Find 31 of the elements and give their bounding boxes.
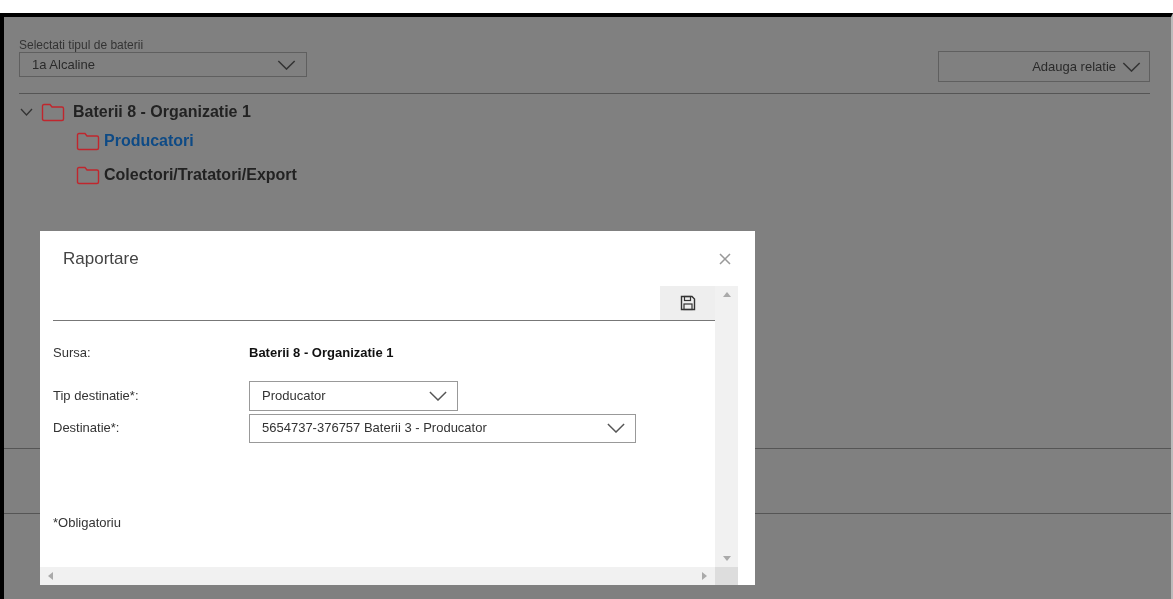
scrollbar-corner [715, 567, 738, 585]
field-label: Tip destinatie*: [53, 386, 140, 405]
folder-icon [41, 102, 65, 122]
save-button[interactable] [660, 286, 715, 320]
scroll-down-arrow-icon[interactable] [722, 556, 731, 561]
field-label: Destinatie*: [53, 419, 121, 438]
horizontal-scrollbar[interactable] [40, 567, 715, 585]
folder-icon [76, 131, 100, 151]
chevron-down-icon [1122, 61, 1141, 72]
chevron-down-icon[interactable] [20, 108, 33, 116]
vertical-scrollbar[interactable] [715, 286, 738, 567]
close-icon[interactable] [719, 252, 731, 265]
required-note: *Obligatoriu [53, 513, 122, 532]
chevron-down-icon [429, 390, 447, 401]
folder-icon [76, 165, 100, 185]
scroll-left-arrow-icon[interactable] [48, 572, 53, 580]
tree-item[interactable]: Baterii 8 - Organizatie 1 [73, 100, 251, 124]
chevron-down-icon [607, 423, 625, 433]
field-value: Baterii 8 - Organizatie 1 [249, 344, 395, 362]
dropdown[interactable]: Producator [249, 380, 458, 411]
dropdown[interactable]: 5654737-376757 Baterii 3 - Producator [249, 413, 636, 443]
dialog-title: Raportare [63, 247, 139, 270]
chevron-down-icon [277, 59, 296, 70]
scroll-up-arrow-icon[interactable] [722, 292, 731, 297]
add-relation-button[interactable]: Adauga relatie [938, 51, 1150, 82]
scroll-right-arrow-icon[interactable] [702, 572, 707, 580]
field-label: Selectati tipul de baterii [19, 38, 145, 52]
field-label: Sursa: [53, 344, 92, 362]
battery-type-dropdown[interactable]: 1a Alcaline [19, 52, 307, 77]
tree-item[interactable]: Colectori/Tratatori/Export [104, 163, 297, 187]
tree-item[interactable]: Producatori [104, 129, 194, 153]
